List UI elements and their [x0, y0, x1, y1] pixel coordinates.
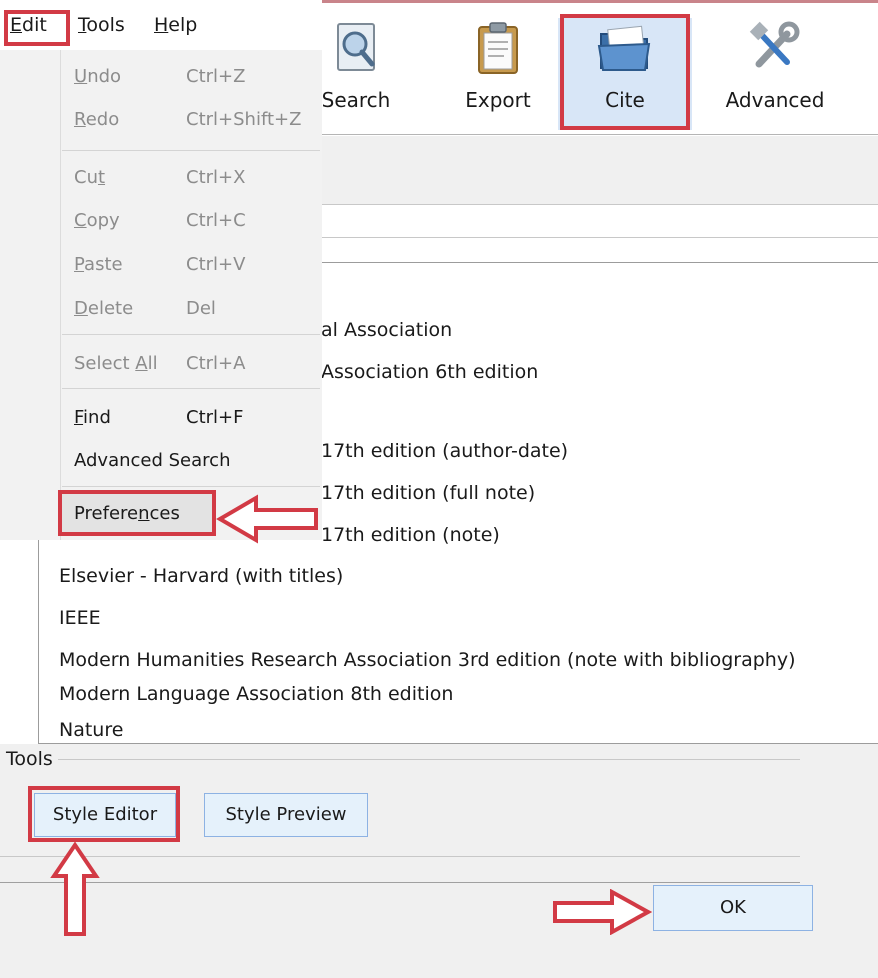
- menu-separator: [62, 150, 320, 151]
- menu-item-copy[interactable]: Copy: [74, 210, 120, 231]
- advanced-toolbar-button[interactable]: Advanced: [700, 18, 850, 130]
- tools-group-title: Tools: [6, 748, 53, 770]
- menu-tools-rest: ools: [86, 14, 125, 36]
- menu-bar: Edit Tools Help: [0, 0, 322, 50]
- menu-item-advanced-search[interactable]: Advanced Search: [74, 450, 230, 471]
- right-arrow-icon: [553, 889, 652, 935]
- list-item[interactable]: Association 6th edition: [321, 361, 538, 383]
- menu-tools[interactable]: Tools: [78, 14, 125, 36]
- shortcut-select-all: Ctrl+A: [186, 353, 246, 374]
- menu-item-undo[interactable]: Undo: [74, 66, 121, 87]
- tools-group: Tools Style Editor Style Preview OK: [0, 744, 878, 978]
- list-item[interactable]: IEEE: [59, 607, 101, 629]
- menu-separator: [62, 388, 320, 389]
- shortcut-delete: Del: [186, 298, 216, 319]
- panel-divider: [322, 204, 878, 205]
- list-item[interactable]: Modern Humanities Research Association 3…: [59, 649, 796, 671]
- shortcut-copy: Ctrl+C: [186, 210, 246, 231]
- menu-help-rest: elp: [168, 14, 198, 36]
- menu-help[interactable]: Help: [154, 14, 197, 36]
- menu-item-paste[interactable]: Paste: [74, 254, 123, 275]
- cite-highlight-box: [560, 14, 690, 130]
- preferences-highlight-box: [58, 490, 216, 536]
- tools-group-rule: [0, 856, 800, 857]
- menu-item-select-all[interactable]: Select All: [74, 353, 158, 374]
- menu-item-redo[interactable]: Redo: [74, 109, 119, 130]
- edit-menu-dropdown: Undo Ctrl+Z Redo Ctrl+Shift+Z Cut Ctrl+X…: [0, 50, 322, 540]
- list-item[interactable]: 17th edition (note): [321, 524, 500, 546]
- menu-item-delete[interactable]: Delete: [74, 298, 133, 319]
- list-item[interactable]: 17th edition (author-date): [321, 440, 568, 462]
- style-editor-highlight-box: [28, 786, 180, 842]
- menu-item-find[interactable]: Find: [74, 407, 111, 428]
- clipboard-icon: [478, 22, 518, 74]
- export-toolbar-button[interactable]: Export: [438, 18, 558, 130]
- magnifier-document-icon: [337, 23, 375, 71]
- shortcut-find: Ctrl+F: [186, 407, 244, 428]
- tools-icon: [749, 21, 800, 68]
- list-item[interactable]: al Association: [321, 319, 452, 341]
- list-item[interactable]: Nature: [59, 719, 123, 741]
- list-item[interactable]: 17th edition (full note): [321, 482, 535, 504]
- tools-group-rule: [58, 759, 800, 760]
- shortcut-redo: Ctrl+Shift+Z: [186, 109, 302, 130]
- shortcut-cut: Ctrl+X: [186, 167, 246, 188]
- export-toolbar-label: Export: [465, 88, 531, 112]
- style-preview-button[interactable]: Style Preview: [204, 793, 368, 837]
- left-arrow-icon: [216, 494, 318, 544]
- menu-separator: [62, 334, 320, 335]
- panel-divider: [322, 237, 878, 238]
- menu-help-accel: H: [154, 14, 169, 36]
- menu-separator: [62, 486, 320, 487]
- menu-icon-gutter: [60, 50, 61, 540]
- ok-button[interactable]: OK: [653, 885, 813, 931]
- list-item[interactable]: Modern Language Association 8th edition: [59, 683, 453, 705]
- list-item[interactable]: Elsevier - Harvard (with titles): [59, 565, 343, 587]
- menu-item-cut[interactable]: Cut: [74, 167, 105, 188]
- up-arrow-icon: [50, 842, 100, 936]
- dialog-footer-rule: [0, 882, 800, 883]
- shortcut-paste: Ctrl+V: [186, 254, 246, 275]
- shortcut-undo: Ctrl+Z: [186, 66, 246, 87]
- edit-menu-highlight-box: [4, 10, 70, 46]
- advanced-toolbar-label: Advanced: [725, 88, 825, 112]
